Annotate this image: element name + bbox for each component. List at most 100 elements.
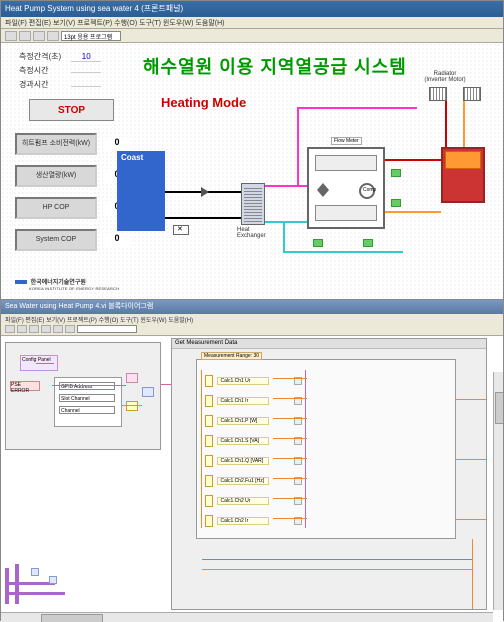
ch1-icon[interactable] — [205, 395, 213, 407]
ch2-label[interactable]: Calc1.Ch1.P [W] — [217, 417, 269, 425]
channel-row-1: Calc1.Ch1 Ir — [205, 392, 302, 406]
buffer-tank-top — [445, 151, 481, 169]
channel-row-6: Calc1.Ch2 Ur — [205, 492, 302, 506]
ch1-label[interactable]: Calc1.Ch1 Ir — [217, 397, 269, 405]
pause-button[interactable] — [47, 31, 59, 41]
ch5-icon[interactable] — [205, 475, 213, 487]
ch6-icon[interactable] — [205, 495, 213, 507]
menu-tools[interactable]: 도구(T) — [139, 20, 161, 27]
pipe-hx-hp-bot — [265, 221, 307, 223]
bd-menu-operate[interactable]: 수행(O) — [99, 318, 119, 324]
pipe-red-supply — [385, 159, 445, 161]
front-panel-area: 측정간격(초) 10 측정시간 경과시간 해수열원 이용 지역열공급 시스템 H… — [1, 43, 503, 300]
bd-abort-button[interactable] — [29, 325, 39, 333]
font-selector[interactable]: 13pt 응용 프로그램 — [61, 31, 121, 41]
pipe-seawater-return — [165, 217, 241, 219]
info-elapsed-row: 경과시간 — [19, 79, 101, 90]
case-structure-right[interactable]: Get Measurement Data Measurement Range: … — [171, 338, 487, 610]
toolbar: 13pt 응용 프로그램 — [1, 29, 503, 43]
ch2-icon[interactable] — [205, 415, 213, 427]
cfg-slot[interactable]: Slot Channel — [59, 394, 115, 402]
menu-bar[interactable]: 파일(F) 편집(E) 보기(V) 프로젝트(P) 수행(O) 도구(T) 윈도… — [1, 17, 503, 29]
subvi-3[interactable] — [142, 387, 154, 397]
w-h-0 — [273, 378, 307, 379]
menu-view[interactable]: 보기(V) — [53, 20, 75, 27]
abort-button[interactable] — [33, 31, 45, 41]
out-wire-v — [472, 539, 473, 609]
w-h-1 — [273, 398, 307, 399]
ch3-icon[interactable] — [205, 435, 213, 447]
bus-wire-orange — [201, 370, 202, 528]
bd-run-button[interactable] — [5, 325, 15, 333]
meastime-value[interactable] — [71, 72, 101, 73]
run-continuous-button[interactable] — [19, 31, 31, 41]
cfg-channel[interactable]: Channel — [59, 406, 115, 414]
bd-pause-button[interactable] — [41, 325, 51, 333]
elapsed-value[interactable] — [71, 86, 101, 87]
bd-menu-file[interactable]: 파일(F) — [5, 318, 24, 324]
sequence-frame[interactable]: Measurement Range: 30 Calc1.Ch1 Ur Calc1… — [196, 359, 456, 539]
bd-menu-bar[interactable]: 파일(F) 편집(E) 보기(V) 프로젝트(P) 수행(O) 도구(T) 윈도… — [1, 314, 503, 324]
block-diagram-area[interactable]: Config Panel PSE ERROR GPIB Address Slot… — [1, 336, 503, 622]
buffer-tank — [441, 147, 485, 203]
meas-range-label[interactable]: Measurement Range: 30 — [201, 352, 262, 360]
bd-run-cont-button[interactable] — [17, 325, 27, 333]
frag-node-2[interactable] — [49, 576, 57, 584]
bd-highlight-button[interactable] — [53, 325, 63, 333]
bd-menu-project[interactable]: 프로젝트(P) — [67, 318, 97, 324]
channel-row-5: Calc1.Ch2.Fu1 [Hz] — [205, 472, 302, 486]
error-node[interactable]: PSE ERROR — [10, 381, 40, 391]
interval-value[interactable]: 10 — [71, 52, 101, 62]
ch4-icon[interactable] — [205, 455, 213, 467]
fan-icon — [173, 225, 189, 235]
pipe-pink-top — [297, 107, 417, 109]
bd-font-selector[interactable] — [77, 325, 137, 333]
bd-title-bar[interactable]: Sea Water using Heat Pump 4.vi 블록다이어그램 — [1, 300, 503, 314]
ch5-label[interactable]: Calc1.Ch2.Fu1 [Hz] — [217, 477, 269, 485]
wire-cfg-top — [36, 363, 54, 364]
bd-menu-tools[interactable]: 도구(T) — [120, 318, 139, 324]
bottom-left-fragment — [1, 560, 81, 610]
menu-edit[interactable]: 편집(E) — [29, 20, 51, 27]
ch0-icon[interactable] — [205, 375, 213, 387]
bd-menu-edit[interactable]: 편집(E) — [25, 318, 44, 324]
menu-project[interactable]: 프로젝트(P) — [77, 20, 112, 27]
bd-step-button[interactable] — [65, 325, 75, 333]
run-button[interactable] — [5, 31, 17, 41]
subvi-2[interactable] — [126, 401, 138, 411]
bd-menu-view[interactable]: 보기(V) — [46, 318, 65, 324]
bd-menu-help[interactable]: 도움말(H) — [168, 318, 193, 324]
bd-menu-window[interactable]: 윈도우(W) — [140, 318, 166, 324]
ch0-label[interactable]: Calc1.Ch1 Ur — [217, 377, 269, 385]
inter-case-wire — [161, 384, 171, 385]
channel-row-7: Calc1.Ch2 Ir — [205, 512, 302, 526]
mode-title: Heating Mode — [161, 95, 246, 110]
top-vi-window: Heat Pump System using sea water 4 (프론트패… — [0, 0, 504, 299]
menu-operate[interactable]: 수행(O) — [114, 20, 137, 27]
ch4-label[interactable]: Calc1.Ch1.Q [VAR] — [217, 457, 269, 465]
pipe-orange-riser — [463, 101, 465, 149]
pipe-cyan-bot — [283, 251, 403, 253]
flow-indicator-1 — [313, 239, 323, 247]
menu-help[interactable]: 도움말(H) — [195, 20, 224, 27]
ch7-icon[interactable] — [205, 515, 213, 527]
window-title-bar[interactable]: Heat Pump System using sea water 4 (프론트패… — [1, 1, 503, 17]
w-h-2 — [273, 418, 307, 419]
radiator-1-icon — [429, 87, 447, 101]
w-h-6 — [273, 498, 307, 499]
menu-file[interactable]: 파일(F) — [5, 20, 27, 27]
ch3-label[interactable]: Calc1.Ch1.S [VA] — [217, 437, 269, 445]
frag-node-1[interactable] — [31, 568, 39, 576]
bottom-bus-orange — [202, 569, 472, 570]
subvi-1[interactable] — [126, 373, 138, 383]
menu-window[interactable]: 윈도우(W) — [163, 20, 194, 27]
cfg-gpib[interactable]: GPIB Address — [59, 382, 115, 390]
stop-button[interactable]: STOP — [29, 99, 114, 121]
ch6-label[interactable]: Calc1.Ch2 Ur — [217, 497, 269, 505]
vertical-scrollbar[interactable] — [493, 372, 503, 610]
ch7-label[interactable]: Calc1.Ch2 Ir — [217, 517, 269, 525]
frag-bar-3 — [5, 582, 55, 585]
case-structure-left[interactable]: Config Panel PSE ERROR GPIB Address Slot… — [5, 342, 161, 450]
pump-seawater-icon — [201, 187, 209, 197]
flow-indicator-2 — [363, 239, 373, 247]
